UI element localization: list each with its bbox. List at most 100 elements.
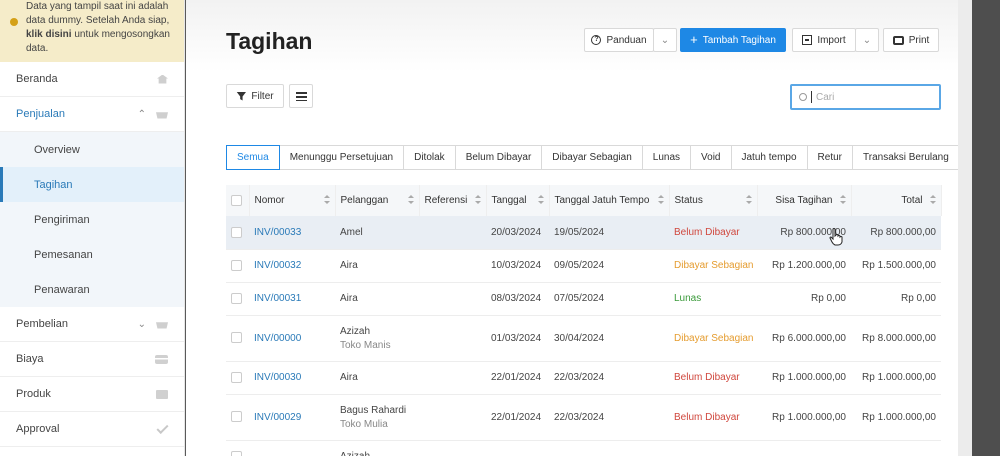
- sidebar-item-approval[interactable]: Approval: [0, 412, 184, 447]
- row-checkbox[interactable]: [231, 411, 242, 423]
- column-header-referensi[interactable]: Referensi: [419, 185, 487, 216]
- chevron-down-icon: ⌄: [862, 34, 872, 46]
- sidebar-item-overview[interactable]: Overview: [0, 132, 184, 167]
- sidebar-item-label: Penawaran: [34, 283, 90, 296]
- sidebar-item-pemesanan[interactable]: Pemesanan: [0, 237, 184, 272]
- sidebar-item-label: Biaya: [16, 353, 44, 365]
- tab-menunggu-persetujuan[interactable]: Menunggu Persetujuan: [279, 145, 405, 170]
- due-date: 19/05/2024: [554, 226, 605, 238]
- tab-jatuh-tempo[interactable]: Jatuh tempo: [731, 145, 808, 170]
- sort-icon: [839, 195, 846, 205]
- sidebar-item-tagihan[interactable]: Tagihan: [0, 167, 184, 202]
- row-checkbox[interactable]: [231, 292, 242, 304]
- column-header-nomor[interactable]: Nomor: [249, 185, 336, 216]
- sidebar-item-label: Pengiriman: [34, 213, 90, 226]
- penjualan-submenu: Overview Tagihan Pengiriman Pemesanan Pe…: [0, 132, 184, 307]
- hand-pointer-icon: [829, 228, 843, 246]
- invoice-table: Nomor Pelanggan Referensi Tanggal Tangga…: [226, 185, 942, 456]
- sort-icon: [745, 195, 752, 205]
- sort-icon: [323, 195, 330, 205]
- help-icon: ?: [591, 35, 602, 45]
- printer-icon: [892, 35, 904, 45]
- guide-button[interactable]: ? Panduan: [584, 28, 654, 52]
- search-input[interactable]: [816, 91, 926, 103]
- invoice-number-link[interactable]: INV/00029: [254, 412, 301, 423]
- table-row[interactable]: INV/00032 Aira 10/03/2024 09/05/2024 Dibayar…: [226, 249, 941, 283]
- add-invoice-button[interactable]: + Tambah Tagihan: [680, 28, 786, 52]
- invoice-number-link[interactable]: INV/00000: [254, 333, 301, 344]
- import-icon: [802, 35, 813, 45]
- column-header-jatuh-tempo[interactable]: Tanggal Jatuh Tempo: [549, 185, 670, 216]
- invoice-number-link[interactable]: INV/00032: [254, 260, 301, 271]
- column-header-status[interactable]: Status: [669, 185, 758, 216]
- table-row[interactable]: Azizah: [226, 440, 941, 456]
- notice-link[interactable]: klik disini: [26, 29, 72, 40]
- notice-line-3: klik disini untuk mengosongkan: [26, 28, 176, 42]
- tab-belum-dibayar[interactable]: Belum Dibayar: [455, 145, 543, 170]
- print-button[interactable]: Print: [883, 28, 939, 52]
- table-row[interactable]: INV/00030 Aira 22/01/2024 22/03/2024 Belum D…: [226, 361, 941, 395]
- filter-button[interactable]: Filter: [226, 84, 284, 108]
- status-label: Belum Dibayar: [674, 411, 740, 423]
- invoice-number-link[interactable]: INV/00030: [254, 372, 301, 383]
- row-checkbox[interactable]: [231, 332, 242, 344]
- column-settings-button[interactable]: [289, 84, 313, 108]
- row-checkbox[interactable]: [231, 226, 242, 238]
- column-header-total[interactable]: Total: [851, 185, 942, 216]
- row-checkbox[interactable]: [231, 371, 242, 383]
- tab-void[interactable]: Void: [691, 145, 732, 170]
- remaining-amount: Rp 6.000.000,00: [772, 332, 846, 344]
- tab-dibayar-sebagian[interactable]: Dibayar Sebagian: [542, 145, 643, 170]
- due-date: 07/05/2024: [554, 293, 605, 304]
- sidebar-item-penjualan[interactable]: Penjualan ⌃: [0, 97, 184, 132]
- row-checkbox[interactable]: [231, 259, 242, 271]
- sidebar-item-beranda[interactable]: Beranda: [0, 62, 184, 97]
- plus-icon: +: [690, 32, 698, 47]
- sidebar-item-penawaran[interactable]: Penawaran: [0, 272, 184, 307]
- sidebar-item-label: Approval: [16, 423, 60, 435]
- invoice-date: 22/01/2024: [491, 411, 542, 423]
- tab-semua[interactable]: Semua: [226, 145, 280, 170]
- credit-card-icon: [154, 353, 168, 365]
- column-header-pelanggan[interactable]: Pelanggan: [335, 185, 420, 216]
- import-dropdown-button[interactable]: ⌄: [855, 28, 879, 52]
- home-icon: [154, 73, 168, 85]
- due-date: 22/03/2024: [554, 372, 605, 383]
- customer-name: Bagus Rahardi: [340, 404, 407, 416]
- table-row[interactable]: INV/00031 Aira 08/03/2024 07/05/2024 Lunas Rp…: [226, 282, 941, 316]
- search-box: [790, 84, 941, 110]
- sidebar-item-pengiriman[interactable]: Pengiriman: [0, 202, 184, 237]
- status-label: Belum Dibayar: [674, 372, 740, 383]
- scrollbar[interactable]: [958, 0, 972, 456]
- list-icon: [295, 91, 307, 101]
- select-all-checkbox[interactable]: [231, 194, 242, 206]
- row-checkbox[interactable]: [231, 450, 242, 456]
- chevron-down-icon: ⌄: [660, 34, 670, 46]
- sidebar-item-produk[interactable]: Produk: [0, 377, 184, 412]
- notice-line-1: Data yang tampil saat ini adalah: [26, 1, 169, 12]
- invoice-date: 01/03/2024: [491, 332, 542, 344]
- status-label: Dibayar Sebagian: [674, 332, 754, 344]
- chevron-up-icon: ⌃: [137, 108, 146, 120]
- column-header-tanggal[interactable]: Tanggal: [486, 185, 550, 216]
- import-button[interactable]: Import: [792, 28, 856, 52]
- customer-company: Toko Mulia: [340, 418, 388, 430]
- column-header-sisa-tagihan[interactable]: Sisa Tagihan: [757, 185, 852, 216]
- tab-retur[interactable]: Retur: [807, 145, 853, 170]
- tab-transaksi-berulang[interactable]: Transaksi Berulang: [853, 145, 960, 170]
- sidebar-item-pembelian[interactable]: Pembelian ⌄: [0, 307, 184, 342]
- guide-dropdown-button[interactable]: ⌄: [653, 28, 677, 52]
- remaining-amount: Rp 1.000.000,00: [772, 372, 846, 383]
- sort-icon: [657, 195, 664, 205]
- sidebar-item-biaya[interactable]: Biaya: [0, 342, 184, 377]
- sort-icon: [537, 195, 544, 205]
- invoice-number-link[interactable]: INV/00031: [254, 293, 301, 304]
- page-title: Tagihan: [226, 28, 313, 54]
- table-row[interactable]: INV/00000 Azizah Toko Manis 01/03/2024 30/04…: [226, 315, 941, 362]
- tab-ditolak[interactable]: Ditolak: [404, 145, 456, 170]
- invoice-date: 08/03/2024: [491, 293, 542, 304]
- tab-lunas[interactable]: Lunas: [642, 145, 692, 170]
- sort-icon: [407, 195, 414, 205]
- invoice-number-link[interactable]: INV/00033: [254, 227, 301, 238]
- table-row[interactable]: INV/00029 Bagus Rahardi Toko Mulia 22/01/20…: [226, 394, 941, 441]
